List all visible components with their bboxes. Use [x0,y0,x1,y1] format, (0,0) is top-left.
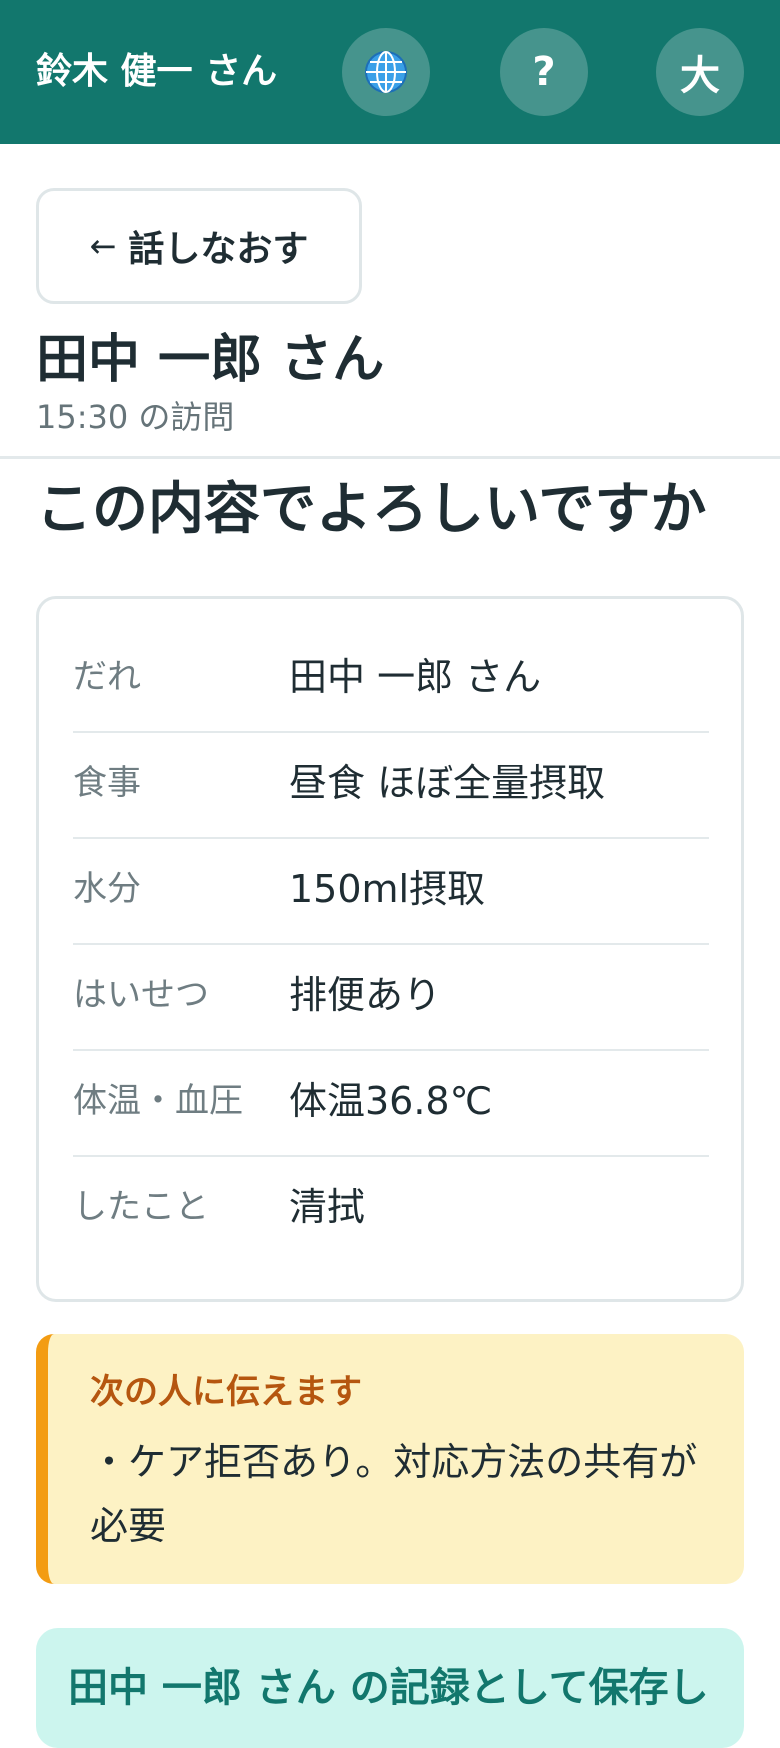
divider [0,456,780,459]
user-name: 鈴木 健一 さん [36,51,278,92]
globe-icon [363,49,409,95]
row-value: 昼食 ほぼ全量摂取 [289,761,606,805]
row-label: 水分 [73,869,141,909]
row-value: 清拭 [289,1185,366,1229]
save-record-label: 田中 一郎 さん の記録として保存し [68,1665,709,1711]
record-summary-card: だれ 田中 一郎 さん 食事 昼食 ほぼ全量摂取 水分 150ml摂取 はいせつ… [36,596,744,1302]
row-label: 体温・血圧 [73,1081,243,1121]
handover-title: 次の人に伝えます [90,1372,362,1412]
record-row-meal: 食事 昼食 ほぼ全量摂取 [73,731,709,839]
help-button[interactable]: ? [500,28,588,116]
row-value: 150ml摂取 [289,867,486,911]
row-value: 田中 一郎 さん [289,655,542,699]
row-label: したこと [73,1187,209,1227]
row-label: 食事 [73,763,141,803]
help-icon: ? [532,49,556,95]
row-label: はいせつ [73,975,209,1015]
row-label: だれ [73,657,141,697]
record-row-vitals: 体温・血圧 体温36.8℃ [73,1049,709,1157]
handover-notice: 次の人に伝えます ・ケア拒否あり。対応方法の共有が必要 [36,1334,744,1584]
record-row-who: だれ 田中 一郎 さん [73,625,709,733]
redo-button-label: 話しなおす [128,229,309,270]
record-row-care: したこと 清拭 [73,1155,709,1261]
save-record-button[interactable]: 田中 一郎 さん の記録として保存し [36,1628,744,1748]
row-value: 排便あり [289,973,442,1017]
handover-body: ・ケア拒否あり。対応方法の共有が必要 [90,1440,698,1548]
top-bar: 鈴木 健一 さん ? 大 [0,0,780,144]
redo-button[interactable]: ← 話しなおす [36,188,362,304]
visit-time: 15:30 の訪問 [36,398,235,436]
client-name: 田中 一郎 さん [36,330,385,390]
back-arrow-icon: ← [89,227,117,265]
record-row-excretion: はいせつ 排便あり [73,943,709,1051]
record-row-water: 水分 150ml摂取 [73,837,709,945]
language-button[interactable] [342,28,430,116]
text-size-label: 大 [680,53,720,99]
row-value: 体温36.8℃ [289,1079,493,1123]
text-size-button[interactable]: 大 [656,28,744,116]
confirm-title: この内容でよろしいですか [36,477,707,542]
